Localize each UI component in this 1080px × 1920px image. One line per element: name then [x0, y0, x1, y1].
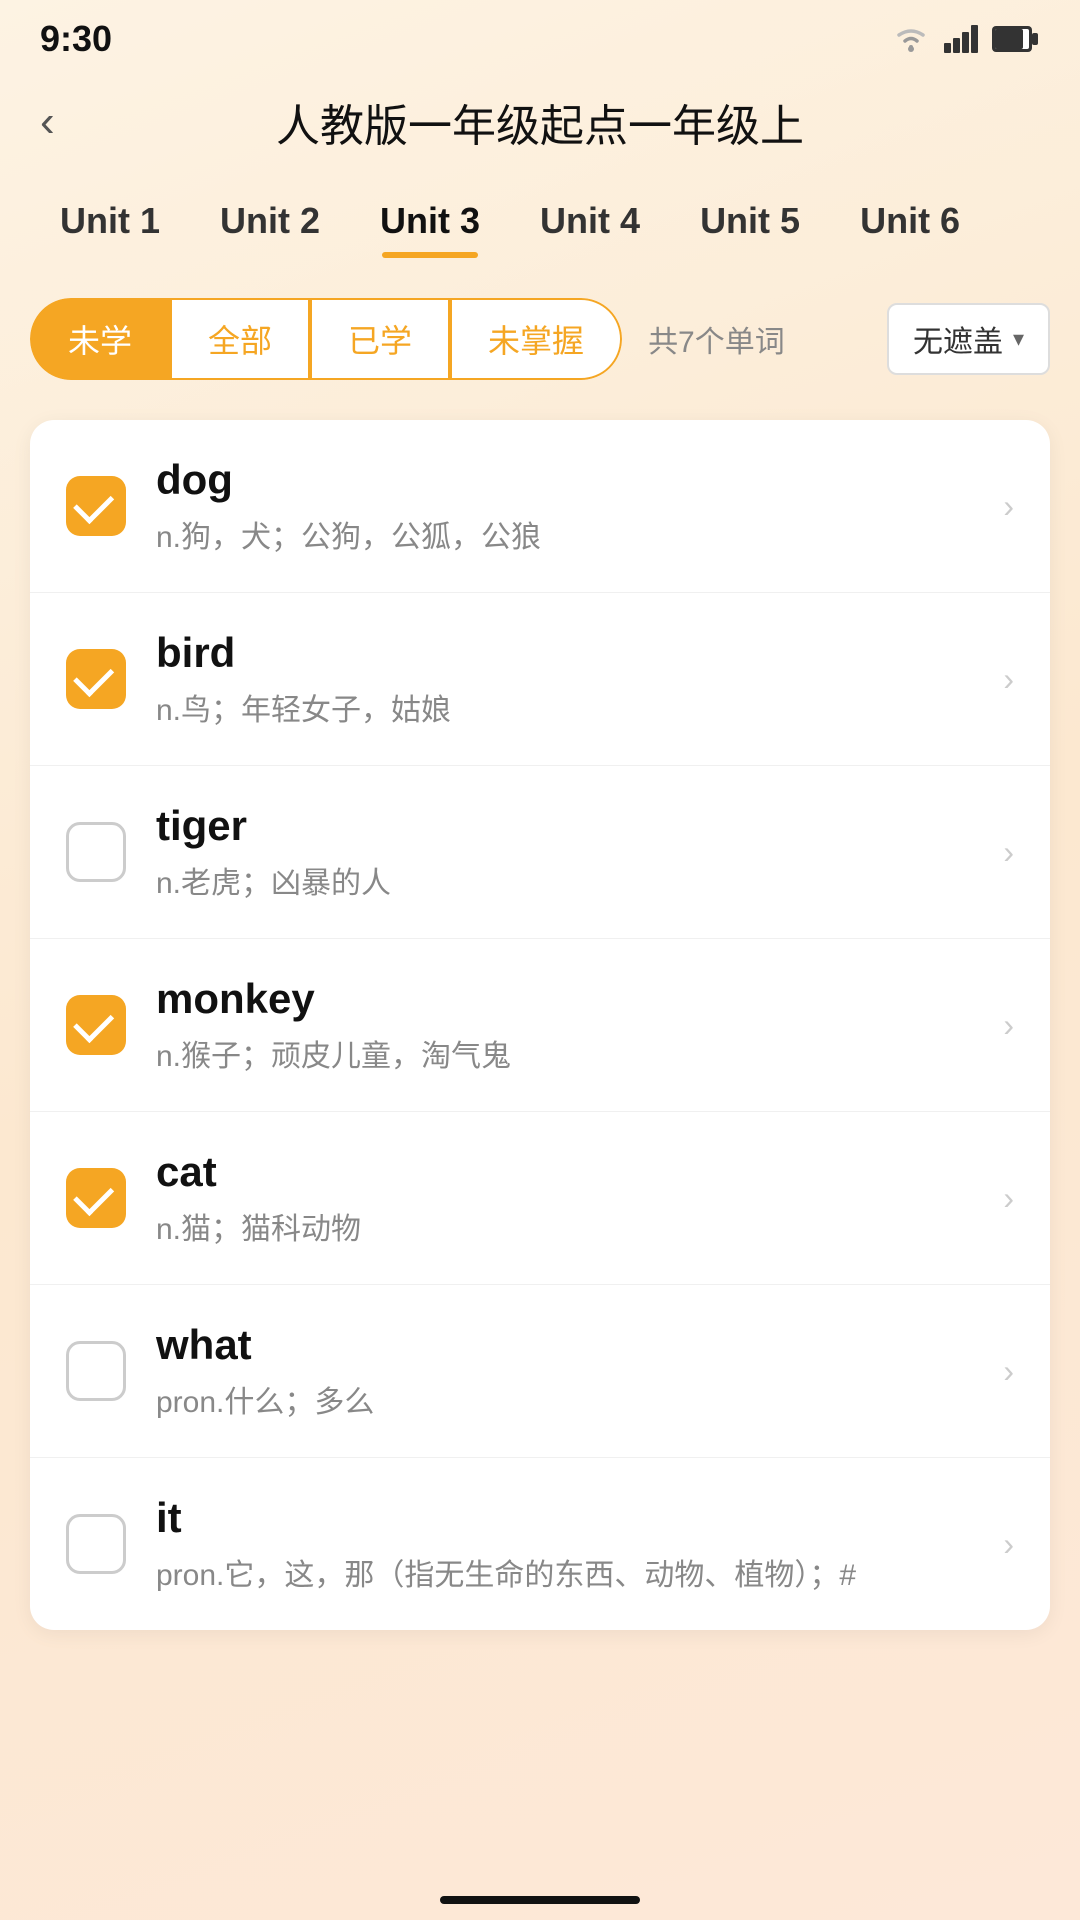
word-chinese-bird: n.鸟；年轻女子，姑娘 [156, 685, 1003, 729]
filter-unmastered[interactable]: 未掌握 [450, 298, 622, 380]
word-english-dog: dog [156, 456, 1003, 504]
checkbox-it[interactable] [66, 1514, 126, 1574]
word-info-cat: cat n.猫；猫科动物 [156, 1148, 1003, 1248]
signal-icon [944, 25, 978, 53]
chevron-right-icon: › [1003, 1007, 1014, 1044]
word-chinese-dog: n.狗，犬；公狗，公狐，公狼 [156, 512, 1003, 556]
filter-unlearned[interactable]: 未学 [30, 298, 170, 380]
checkbox-tiger[interactable] [66, 822, 126, 882]
tab-unit5[interactable]: Unit 5 [670, 184, 830, 258]
filter-pills: 未学 全部 已学 未掌握 [30, 298, 622, 380]
word-list: dog n.狗，犬；公狗，公狐，公狼 › bird n.鸟；年轻女子，姑娘 › … [30, 420, 1050, 1630]
word-item-what[interactable]: what pron.什么；多么 › [30, 1285, 1050, 1458]
word-info-bird: bird n.鸟；年轻女子，姑娘 [156, 629, 1003, 729]
cover-select-label: 无遮盖 [913, 317, 1003, 361]
word-info-tiger: tiger n.老虎；凶暴的人 [156, 802, 1003, 902]
checkbox-dog[interactable] [66, 476, 126, 536]
word-english-cat: cat [156, 1148, 1003, 1196]
chevron-right-icon: › [1003, 1353, 1014, 1390]
battery-icon [992, 26, 1040, 52]
tab-unit4[interactable]: Unit 4 [510, 184, 670, 258]
home-indicator [440, 1896, 640, 1904]
checkbox-what[interactable] [66, 1341, 126, 1401]
header: ‹ 人教版一年级起点一年级上 [0, 70, 1080, 184]
chevron-right-icon: › [1003, 1180, 1014, 1217]
word-info-what: what pron.什么；多么 [156, 1321, 1003, 1421]
word-count: 共7个单词 [648, 317, 785, 361]
checkbox-monkey[interactable] [66, 995, 126, 1055]
status-time: 9:30 [40, 18, 112, 60]
word-chinese-monkey: n.猴子；顽皮儿童，淘气鬼 [156, 1031, 1003, 1075]
filter-all[interactable]: 全部 [170, 298, 310, 380]
chevron-right-icon: › [1003, 834, 1014, 871]
tab-unit6[interactable]: Unit 6 [830, 184, 990, 258]
tab-unit1[interactable]: Unit 1 [30, 184, 190, 258]
word-english-it: it [156, 1494, 1003, 1542]
status-bar: 9:30 [0, 0, 1080, 70]
word-item-it[interactable]: it pron.它，这，那（指无生命的东西、动物、植物）；# › [30, 1458, 1050, 1630]
word-chinese-what: pron.什么；多么 [156, 1377, 1003, 1421]
unit-tabs: Unit 1 Unit 2 Unit 3 Unit 4 Unit 5 Unit … [0, 184, 1080, 258]
word-chinese-it: pron.它，这，那（指无生命的东西、动物、植物）；# [156, 1550, 1003, 1594]
word-chinese-cat: n.猫；猫科动物 [156, 1204, 1003, 1248]
word-item-cat[interactable]: cat n.猫；猫科动物 › [30, 1112, 1050, 1285]
header-title: 人教版一年级起点一年级上 [276, 90, 804, 154]
word-info-dog: dog n.狗，犬；公狗，公狐，公狼 [156, 456, 1003, 556]
tab-unit3[interactable]: Unit 3 [350, 184, 510, 258]
checkbox-bird[interactable] [66, 649, 126, 709]
filter-learned[interactable]: 已学 [310, 298, 450, 380]
word-item-dog[interactable]: dog n.狗，犬；公狗，公狐，公狼 › [30, 420, 1050, 593]
tab-unit2[interactable]: Unit 2 [190, 184, 350, 258]
word-info-monkey: monkey n.猴子；顽皮儿童，淘气鬼 [156, 975, 1003, 1075]
filter-row: 未学 全部 已学 未掌握 共7个单词 无遮盖 ▾ [0, 278, 1080, 400]
back-button[interactable]: ‹ [40, 100, 55, 144]
chevron-down-icon: ▾ [1013, 326, 1024, 352]
word-item-monkey[interactable]: monkey n.猴子；顽皮儿童，淘气鬼 › [30, 939, 1050, 1112]
word-english-tiger: tiger [156, 802, 1003, 850]
word-chinese-tiger: n.老虎；凶暴的人 [156, 858, 1003, 902]
word-english-bird: bird [156, 629, 1003, 677]
word-info-it: it pron.它，这，那（指无生命的东西、动物、植物）；# [156, 1494, 1003, 1594]
word-english-what: what [156, 1321, 1003, 1369]
chevron-right-icon: › [1003, 1526, 1014, 1563]
wifi-icon [892, 25, 930, 53]
chevron-right-icon: › [1003, 488, 1014, 525]
word-item-tiger[interactable]: tiger n.老虎；凶暴的人 › [30, 766, 1050, 939]
checkbox-cat[interactable] [66, 1168, 126, 1228]
word-item-bird[interactable]: bird n.鸟；年轻女子，姑娘 › [30, 593, 1050, 766]
cover-select[interactable]: 无遮盖 ▾ [887, 303, 1050, 375]
word-english-monkey: monkey [156, 975, 1003, 1023]
chevron-right-icon: › [1003, 661, 1014, 698]
status-icons [892, 25, 1040, 53]
